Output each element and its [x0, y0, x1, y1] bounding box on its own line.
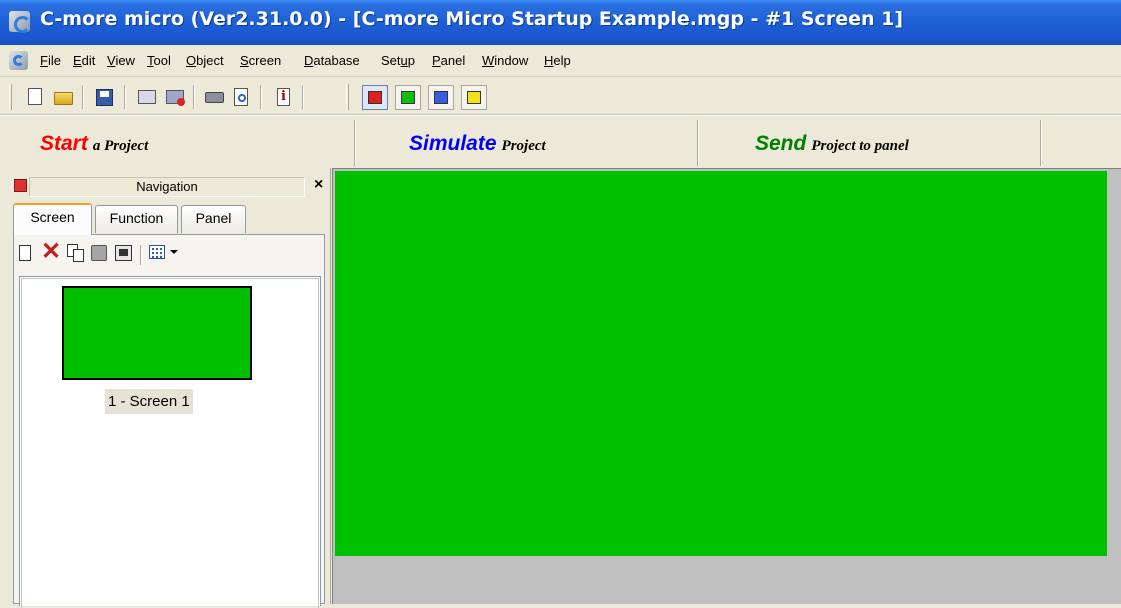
- erase-icon: [166, 90, 185, 106]
- print-preview-icon: [234, 88, 248, 106]
- toolbar-separator: [140, 245, 142, 265]
- paste-icon: [91, 245, 107, 261]
- menu-help[interactable]: Help: [544, 53, 571, 68]
- properties-icon: [115, 245, 132, 261]
- info-icon: i: [277, 88, 290, 106]
- check-button[interactable]: [136, 86, 158, 108]
- save-icon: [96, 89, 113, 106]
- menu-tool[interactable]: Tool: [147, 53, 171, 68]
- toolbar-separator: [302, 85, 304, 109]
- yellow-color-button[interactable]: [461, 85, 487, 110]
- menu-edit[interactable]: Edit: [73, 53, 95, 68]
- menu-screen[interactable]: Screen: [240, 53, 281, 68]
- info-button[interactable]: i: [272, 86, 294, 108]
- menu-bar: File Edit View Tool Object Screen Databa…: [0, 45, 1121, 77]
- print-preview-button[interactable]: [230, 86, 252, 108]
- menu-file-rest: ile: [47, 53, 61, 68]
- title-bar: C-more micro (Ver2.31.0.0) - [C-more Mic…: [0, 0, 1121, 45]
- green-color-button[interactable]: [395, 85, 421, 110]
- toolbar-separator: [82, 85, 84, 109]
- simulate-sub-label: Project: [501, 138, 546, 154]
- navigation-indicator-icon: [14, 179, 27, 192]
- simulate-project-button[interactable]: Simulate Project: [356, 120, 698, 166]
- screen-canvas[interactable]: [335, 171, 1107, 556]
- copy-screen-button[interactable]: [67, 244, 85, 266]
- screen-list: 1 - Screen 1: [19, 276, 321, 608]
- menu-view[interactable]: View: [107, 53, 135, 68]
- tab-screen[interactable]: Screen: [13, 203, 92, 235]
- menu-panel[interactable]: Panel: [432, 53, 465, 68]
- toolbar-grip[interactable]: [9, 84, 12, 110]
- print-icon: [205, 92, 224, 103]
- menu-window[interactable]: Window: [482, 53, 528, 68]
- menu-database[interactable]: Database: [304, 53, 360, 68]
- new-screen-button[interactable]: [19, 244, 35, 266]
- tab-function[interactable]: Function: [95, 205, 178, 233]
- green-swatch-icon: [401, 91, 415, 104]
- simulate-label: Simulate: [409, 132, 497, 155]
- action-bar: Start a Project Simulate Project Send Proje…: [0, 115, 1121, 168]
- navigation-header: Navigation ×: [9, 175, 329, 197]
- check-icon: [138, 90, 156, 104]
- toolbar-separator: [124, 85, 126, 109]
- send-project-button[interactable]: Send Project to panel: [699, 120, 1041, 166]
- open-icon: [54, 92, 73, 105]
- erase-button[interactable]: [164, 86, 186, 108]
- toolbar-grip[interactable]: [346, 84, 349, 110]
- document-icon[interactable]: [9, 51, 28, 70]
- app-icon[interactable]: [9, 11, 31, 33]
- workspace: [332, 168, 1121, 604]
- new-icon: [28, 88, 42, 105]
- screen-tab-body: ✕ 1 - Screen 1: [13, 234, 325, 608]
- new-button[interactable]: [24, 86, 46, 108]
- screen-properties-button[interactable]: [115, 244, 135, 266]
- print-button[interactable]: [203, 86, 225, 108]
- view-mode-button[interactable]: [149, 244, 167, 266]
- send-label: Send: [755, 132, 807, 155]
- blue-swatch-icon: [434, 91, 448, 104]
- dropdown-arrow-icon: [170, 250, 178, 254]
- close-icon[interactable]: ×: [314, 176, 323, 194]
- view-mode-dropdown[interactable]: [170, 244, 180, 266]
- window-title: C-more micro (Ver2.31.0.0) - [C-more Mic…: [40, 8, 904, 30]
- send-sub-label: Project to panel: [811, 138, 909, 154]
- delete-icon: ✕: [41, 238, 62, 265]
- start-sub-label: a Project: [92, 138, 149, 154]
- navigation-panel: Navigation × Screen Function Panel ✕ 1 -…: [0, 168, 331, 608]
- blue-color-button[interactable]: [428, 85, 454, 110]
- screen-thumbnail[interactable]: [62, 286, 252, 380]
- start-project-button[interactable]: Start a Project: [10, 120, 355, 166]
- copy-icon: [67, 244, 84, 262]
- paste-screen-button[interactable]: [91, 244, 109, 266]
- red-swatch-icon: [368, 91, 382, 104]
- save-button[interactable]: [93, 86, 115, 108]
- yellow-swatch-icon: [467, 91, 481, 104]
- screen-thumbnail-label[interactable]: 1 - Screen 1: [105, 389, 193, 414]
- menu-file[interactable]: File: [40, 53, 61, 68]
- tab-panel[interactable]: Panel: [181, 205, 246, 233]
- menu-setup[interactable]: Setup: [381, 53, 415, 68]
- start-label: Start: [40, 132, 88, 155]
- navigation-title[interactable]: Navigation: [29, 177, 305, 197]
- view-grid-icon: [149, 245, 165, 259]
- main-toolbar: i: [0, 78, 1121, 115]
- menu-object[interactable]: Object: [186, 53, 224, 68]
- red-color-button[interactable]: [362, 85, 388, 110]
- toolbar-separator: [193, 85, 195, 109]
- open-button[interactable]: [52, 86, 74, 108]
- new-screen-icon: [19, 245, 31, 261]
- toolbar-separator: [260, 85, 262, 109]
- delete-screen-button[interactable]: ✕: [41, 240, 61, 266]
